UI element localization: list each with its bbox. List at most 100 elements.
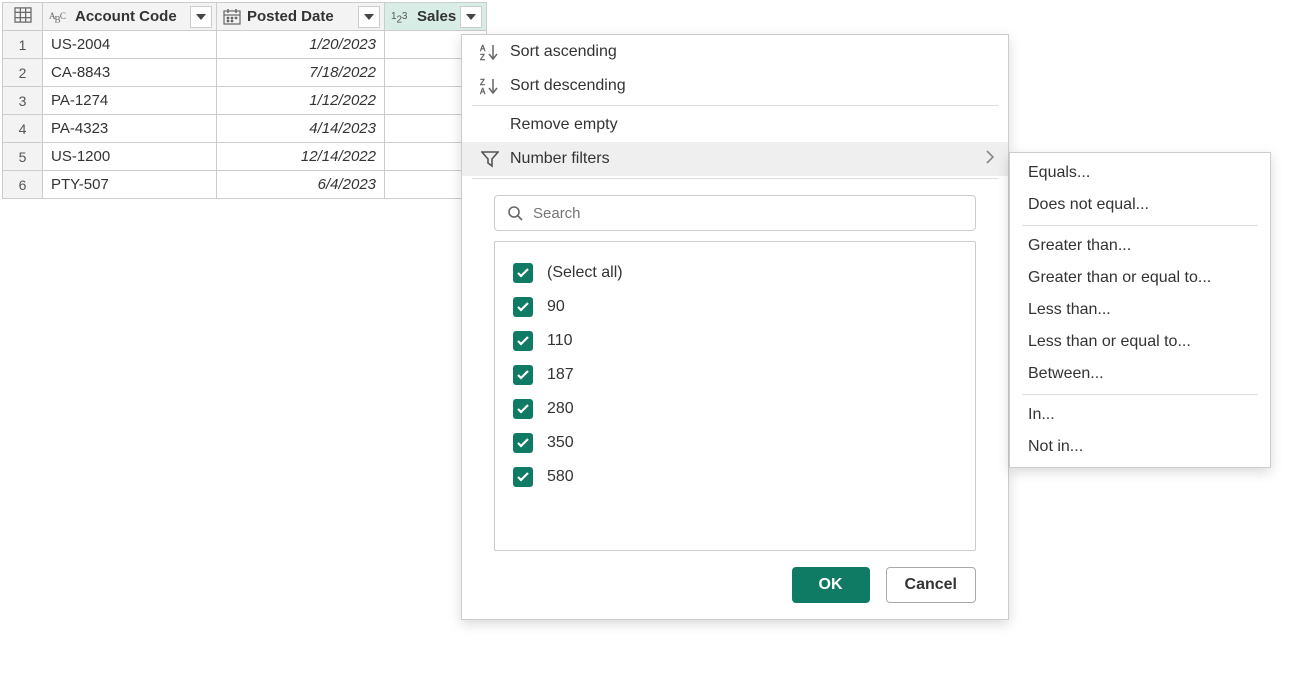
- table-row[interactable]: 3 PA-1274 1/12/2022: [3, 87, 487, 115]
- table-row[interactable]: 1 US-2004 1/20/2023: [3, 31, 487, 59]
- cell-account: CA-8843: [43, 60, 216, 85]
- checkbox-checked-icon[interactable]: [513, 399, 533, 419]
- data-grid: A B C Account Code: [2, 2, 487, 199]
- select-all-row[interactable]: (Select all): [513, 256, 957, 290]
- row-number: 3: [3, 87, 43, 115]
- filter-lte[interactable]: Less than or equal to...: [1010, 326, 1270, 358]
- cell-posted: 12/14/2022: [217, 144, 384, 169]
- cell-account: PA-1274: [43, 88, 216, 113]
- column-header-account-code[interactable]: A B C Account Code: [43, 3, 217, 31]
- filter-greater-than[interactable]: Greater than...: [1010, 230, 1270, 262]
- chevron-down-icon: [364, 14, 374, 20]
- filter-in[interactable]: In...: [1010, 399, 1270, 431]
- cell-account: PTY-507: [43, 172, 216, 197]
- ok-button[interactable]: OK: [792, 567, 870, 603]
- cell-account: US-2004: [43, 32, 216, 57]
- text-type-icon: A B C: [49, 9, 69, 25]
- date-type-icon: [223, 9, 241, 25]
- svg-text:3: 3: [402, 10, 408, 21]
- filter-less-than[interactable]: Less than...: [1010, 294, 1270, 326]
- table-row[interactable]: 2 CA-8843 7/18/2022: [3, 59, 487, 87]
- filter-value-row[interactable]: 110: [513, 324, 957, 358]
- svg-text:Z: Z: [480, 78, 485, 87]
- number-filters-item[interactable]: Number filters: [462, 142, 1008, 176]
- menu-label: Remove empty: [510, 116, 618, 134]
- filter-icon: [476, 150, 504, 168]
- table-icon: [14, 7, 32, 23]
- checkbox-checked-icon[interactable]: [513, 365, 533, 385]
- search-icon: [507, 205, 523, 221]
- row-number: 5: [3, 143, 43, 171]
- column-header-posted-date[interactable]: Posted Date: [217, 3, 385, 31]
- filter-between[interactable]: Between...: [1010, 358, 1270, 390]
- filter-value-row[interactable]: 90: [513, 290, 957, 324]
- search-box[interactable]: [494, 195, 976, 231]
- value-label: 580: [547, 468, 574, 486]
- filter-value-row[interactable]: 350: [513, 426, 957, 460]
- cancel-button[interactable]: Cancel: [886, 567, 976, 603]
- dialog-buttons: OK Cancel: [462, 567, 1008, 603]
- separator: [1022, 394, 1258, 395]
- chevron-down-icon: [466, 14, 476, 20]
- sort-ascending-item[interactable]: A Z Sort ascending: [462, 35, 1008, 69]
- sort-desc-icon: Z A: [476, 77, 504, 95]
- row-number: 2: [3, 59, 43, 87]
- column-dropdown-button[interactable]: [460, 6, 482, 28]
- menu-label: Sort ascending: [510, 43, 617, 61]
- value-label: 350: [547, 434, 574, 452]
- checkbox-checked-icon[interactable]: [513, 263, 533, 283]
- sort-asc-icon: A Z: [476, 43, 504, 61]
- number-type-icon: 1 2 3: [391, 9, 411, 25]
- filter-value-row[interactable]: 187: [513, 358, 957, 392]
- menu-label: Number filters: [510, 150, 610, 168]
- cell-account: US-1200: [43, 144, 216, 169]
- checkbox-checked-icon[interactable]: [513, 433, 533, 453]
- cell-posted: 1/12/2022: [217, 88, 384, 113]
- sort-descending-item[interactable]: Z A Sort descending: [462, 69, 1008, 103]
- filter-not-in[interactable]: Not in...: [1010, 431, 1270, 463]
- value-label: 280: [547, 400, 574, 418]
- column-dropdown-button[interactable]: [190, 6, 212, 28]
- cell-posted: 7/18/2022: [217, 60, 384, 85]
- table: A B C Account Code: [2, 2, 487, 199]
- row-number: 6: [3, 171, 43, 199]
- select-all-header[interactable]: [3, 3, 43, 31]
- svg-text:Z: Z: [480, 53, 485, 61]
- cell-posted: 6/4/2023: [217, 172, 384, 197]
- filter-value-row[interactable]: 280: [513, 392, 957, 426]
- svg-text:A: A: [480, 87, 486, 95]
- column-filter-menu: A Z Sort ascending Z A Sort descending R…: [461, 34, 1009, 620]
- table-row[interactable]: 4 PA-4323 4/14/2023: [3, 115, 487, 143]
- checkbox-checked-icon[interactable]: [513, 297, 533, 317]
- filter-values-list: (Select all) 90 110 187 280 350 580: [494, 241, 976, 551]
- cell-posted: 4/14/2023: [217, 116, 384, 141]
- chevron-down-icon: [196, 14, 206, 20]
- filter-value-row[interactable]: 580: [513, 460, 957, 494]
- column-header-sales[interactable]: 1 2 3 Sales: [385, 3, 487, 31]
- row-number: 4: [3, 115, 43, 143]
- filter-equals[interactable]: Equals...: [1010, 157, 1270, 189]
- search-input[interactable]: [533, 205, 963, 222]
- cell-posted: 1/20/2023: [217, 32, 384, 57]
- column-label: Account Code: [75, 8, 190, 25]
- chevron-right-icon: [986, 150, 994, 169]
- value-label: 110: [547, 332, 573, 350]
- svg-text:C: C: [60, 10, 66, 20]
- separator: [472, 105, 998, 106]
- value-label: 90: [547, 298, 565, 316]
- value-label: 187: [547, 366, 574, 384]
- column-label: Sales: [417, 8, 460, 25]
- number-filters-submenu: Equals... Does not equal... Greater than…: [1009, 152, 1271, 468]
- column-dropdown-button[interactable]: [358, 6, 380, 28]
- checkbox-checked-icon[interactable]: [513, 467, 533, 487]
- filter-gte[interactable]: Greater than or equal to...: [1010, 262, 1270, 294]
- column-label: Posted Date: [247, 8, 358, 25]
- table-row[interactable]: 6 PTY-507 6/4/2023: [3, 171, 487, 199]
- separator: [1022, 225, 1258, 226]
- row-number: 1: [3, 31, 43, 59]
- checkbox-checked-icon[interactable]: [513, 331, 533, 351]
- filter-does-not-equal[interactable]: Does not equal...: [1010, 189, 1270, 221]
- table-row[interactable]: 5 US-1200 12/14/2022: [3, 143, 487, 171]
- remove-empty-item[interactable]: Remove empty: [462, 108, 1008, 142]
- value-label: (Select all): [547, 264, 623, 282]
